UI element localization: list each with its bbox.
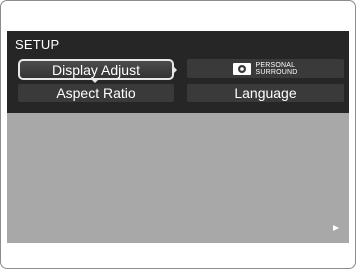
personal-surround-line1: PERSONAL <box>255 61 296 69</box>
display-adjust-button[interactable]: Display Adjust <box>18 59 177 83</box>
selection-right-marker <box>174 67 177 73</box>
screen-frame: SETUP Display Adjust PERSONAL SURROUND A… <box>0 0 356 269</box>
personal-surround-icon <box>233 62 252 75</box>
personal-surround-button[interactable]: PERSONAL SURROUND <box>187 59 344 78</box>
display-screen: SETUP Display Adjust PERSONAL SURROUND A… <box>7 31 349 243</box>
language-label: Language <box>234 85 297 101</box>
setup-menu: SETUP Display Adjust PERSONAL SURROUND A… <box>7 31 349 113</box>
language-button[interactable]: Language <box>187 84 344 102</box>
right-arrow-icon[interactable] <box>333 225 339 231</box>
aspect-ratio-button[interactable]: Aspect Ratio <box>18 84 174 102</box>
aspect-ratio-label: Aspect Ratio <box>56 85 136 101</box>
personal-surround-logo: PERSONAL SURROUND <box>233 62 297 76</box>
personal-surround-text: PERSONAL SURROUND <box>255 62 297 76</box>
display-adjust-label: Display Adjust <box>52 61 140 78</box>
personal-surround-line2: SURROUND <box>255 68 298 76</box>
page-title: SETUP <box>15 37 60 52</box>
selection-down-marker <box>92 80 98 83</box>
